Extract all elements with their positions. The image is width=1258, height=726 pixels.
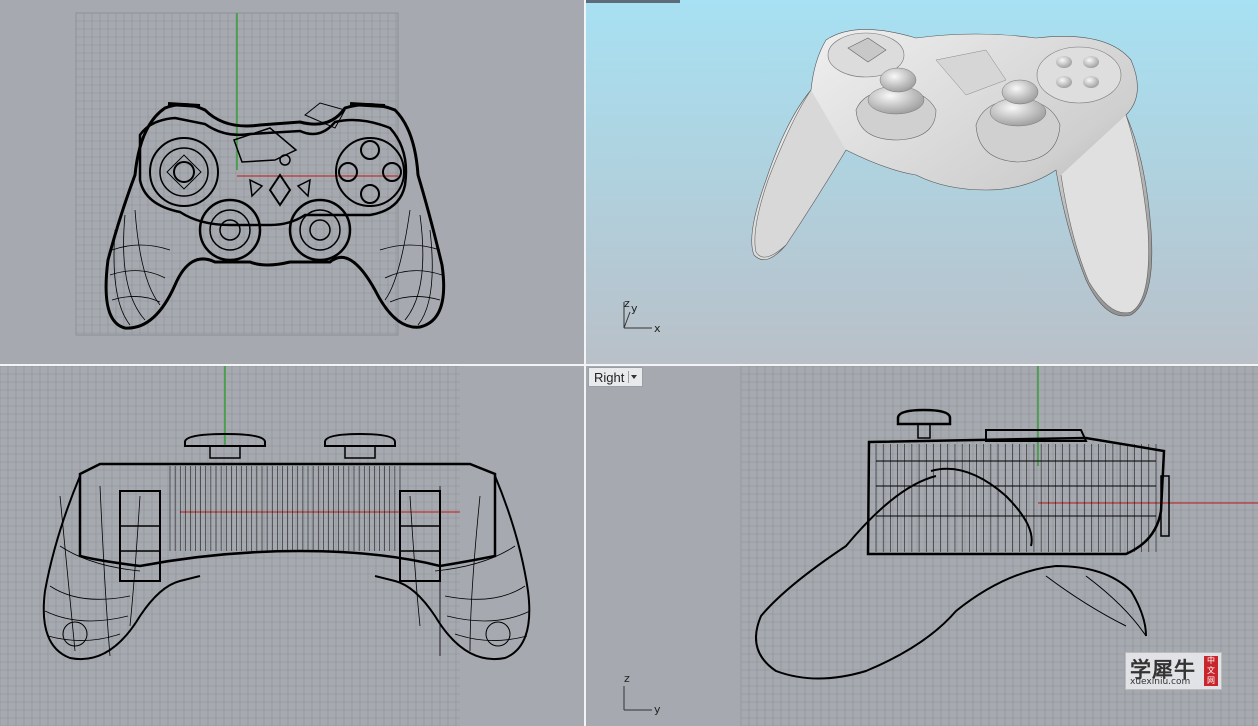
watermark-url: xuexiniu.com	[1130, 677, 1191, 687]
viewport-front[interactable]	[0, 366, 584, 726]
viewport-top[interactable]	[0, 0, 584, 364]
watermark-seal: 中文网	[1204, 656, 1218, 686]
viewport-right[interactable]: Right z y 学犀牛 xuexiniu.com 中文网	[586, 366, 1258, 726]
perspective-view-canvas	[586, 0, 1258, 364]
axis-label-y: y	[654, 703, 661, 716]
viewport-divider-horizontal[interactable]	[0, 364, 1258, 366]
viewport-perspective[interactable]: z y x	[586, 0, 1258, 364]
axis-label-z: z	[624, 297, 630, 310]
chevron-down-icon[interactable]	[628, 371, 639, 383]
axis-label-y: y	[631, 302, 638, 315]
site-watermark: 学犀牛 xuexiniu.com 中文网	[1125, 652, 1222, 690]
axis-label-z: z	[624, 672, 630, 685]
viewport-title-right[interactable]: Right	[588, 367, 644, 387]
top-view-canvas	[0, 0, 584, 364]
viewport-tab[interactable]	[586, 0, 680, 3]
axis-label-x: x	[654, 322, 661, 335]
viewport-divider-vertical[interactable]	[584, 0, 586, 726]
viewport-title-label: Right	[594, 369, 625, 385]
front-view-canvas	[0, 366, 584, 726]
